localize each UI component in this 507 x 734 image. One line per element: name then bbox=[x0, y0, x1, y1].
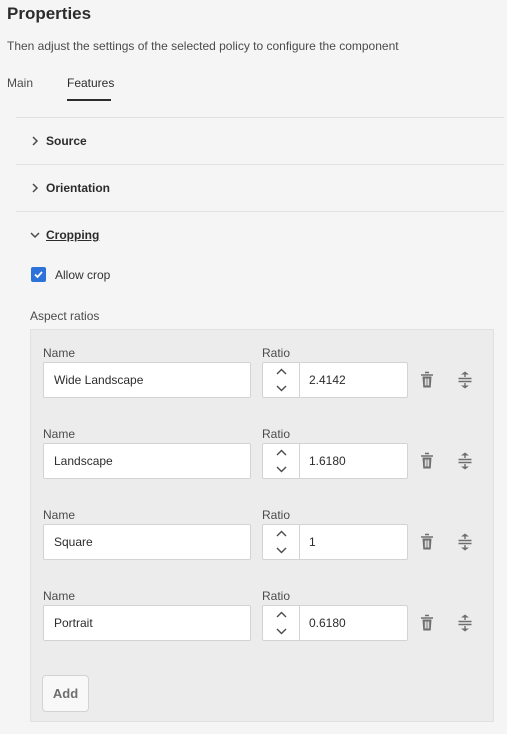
delete-row-button[interactable] bbox=[418, 533, 436, 551]
divider bbox=[16, 211, 504, 212]
add-button[interactable]: Add bbox=[42, 675, 89, 712]
reorder-handle[interactable] bbox=[456, 452, 474, 470]
reorder-handle[interactable] bbox=[456, 614, 474, 632]
decrement-button[interactable] bbox=[263, 623, 299, 640]
allow-crop-checkbox[interactable]: Allow crop bbox=[31, 267, 110, 282]
section-source-label: Source bbox=[46, 134, 87, 148]
ratio-input[interactable] bbox=[300, 525, 407, 559]
name-input[interactable] bbox=[43, 443, 251, 479]
section-orientation-label: Orientation bbox=[46, 181, 111, 195]
chevron-right-icon bbox=[32, 136, 39, 146]
ratio-stepper bbox=[262, 524, 408, 560]
chevron-down-icon bbox=[276, 466, 286, 473]
tab-main[interactable]: Main bbox=[7, 76, 33, 90]
tab-features[interactable]: Features bbox=[67, 76, 114, 90]
trash-icon bbox=[421, 371, 433, 388]
increment-button[interactable] bbox=[263, 444, 299, 461]
chevron-up-icon bbox=[276, 368, 286, 375]
decrement-button[interactable] bbox=[263, 461, 299, 478]
name-field-label: Name bbox=[43, 427, 76, 441]
trash-icon bbox=[421, 533, 433, 550]
ratio-stepper bbox=[262, 362, 408, 398]
increment-button[interactable] bbox=[263, 525, 299, 542]
delete-row-button[interactable] bbox=[418, 371, 436, 389]
section-orientation-header[interactable]: Orientation bbox=[30, 178, 110, 198]
name-field-label: Name bbox=[43, 508, 76, 522]
stepper-buttons bbox=[263, 606, 300, 640]
chevron-down-icon bbox=[276, 628, 286, 635]
trash-icon bbox=[421, 452, 433, 469]
ratio-stepper bbox=[262, 443, 408, 479]
section-cropping-header[interactable]: Cropping bbox=[30, 225, 99, 245]
drag-handle-icon bbox=[458, 371, 472, 389]
drag-handle-icon bbox=[458, 533, 472, 551]
name-input[interactable] bbox=[43, 362, 251, 398]
aspect-ratios-panel: Name Ratio Name Ratio bbox=[30, 329, 494, 722]
chevron-up-icon bbox=[276, 530, 286, 537]
checkmark-icon bbox=[34, 271, 43, 279]
page-subtitle: Then adjust the settings of the selected… bbox=[7, 39, 399, 53]
aspect-ratio-row: Name Ratio bbox=[43, 427, 493, 507]
chevron-up-icon bbox=[276, 449, 286, 456]
delete-row-button[interactable] bbox=[418, 614, 436, 632]
chevron-down-icon bbox=[276, 547, 286, 554]
aspect-ratio-row: Name Ratio bbox=[43, 346, 493, 426]
page-title: Properties bbox=[7, 4, 92, 23]
ratio-field-label: Ratio bbox=[262, 346, 291, 360]
chevron-down-icon bbox=[276, 385, 286, 392]
divider bbox=[16, 164, 504, 165]
reorder-handle[interactable] bbox=[456, 371, 474, 389]
stepper-buttons bbox=[263, 444, 300, 478]
drag-handle-icon bbox=[458, 452, 472, 470]
name-input[interactable] bbox=[43, 605, 251, 641]
reorder-handle[interactable] bbox=[456, 533, 474, 551]
decrement-button[interactable] bbox=[263, 542, 299, 559]
section-source-header[interactable]: Source bbox=[30, 131, 87, 151]
name-input[interactable] bbox=[43, 524, 251, 560]
drag-handle-icon bbox=[458, 614, 472, 632]
ratio-field-label: Ratio bbox=[262, 508, 291, 522]
chevron-up-icon bbox=[276, 611, 286, 618]
ratio-field-label: Ratio bbox=[262, 589, 291, 603]
increment-button[interactable] bbox=[263, 363, 299, 380]
ratio-input[interactable] bbox=[300, 444, 407, 478]
tab-active-indicator bbox=[67, 99, 111, 101]
aspect-ratio-row: Name Ratio bbox=[43, 508, 493, 588]
ratio-stepper bbox=[262, 605, 408, 641]
ratio-field-label: Ratio bbox=[262, 427, 291, 441]
checkbox-box[interactable] bbox=[31, 267, 46, 282]
increment-button[interactable] bbox=[263, 606, 299, 623]
delete-row-button[interactable] bbox=[418, 452, 436, 470]
allow-crop-label: Allow crop bbox=[55, 267, 111, 282]
stepper-buttons bbox=[263, 525, 300, 559]
ratio-input[interactable] bbox=[300, 606, 407, 640]
decrement-button[interactable] bbox=[263, 380, 299, 397]
section-cropping-label: Cropping bbox=[46, 228, 100, 242]
name-field-label: Name bbox=[43, 589, 76, 603]
ratio-input[interactable] bbox=[300, 363, 407, 397]
chevron-down-icon bbox=[30, 232, 40, 239]
name-field-label: Name bbox=[43, 346, 76, 360]
aspect-ratios-label: Aspect ratios bbox=[30, 309, 100, 323]
divider bbox=[16, 117, 504, 118]
chevron-right-icon bbox=[32, 183, 39, 193]
aspect-ratio-row: Name Ratio bbox=[43, 589, 493, 669]
trash-icon bbox=[421, 614, 433, 631]
stepper-buttons bbox=[263, 363, 300, 397]
